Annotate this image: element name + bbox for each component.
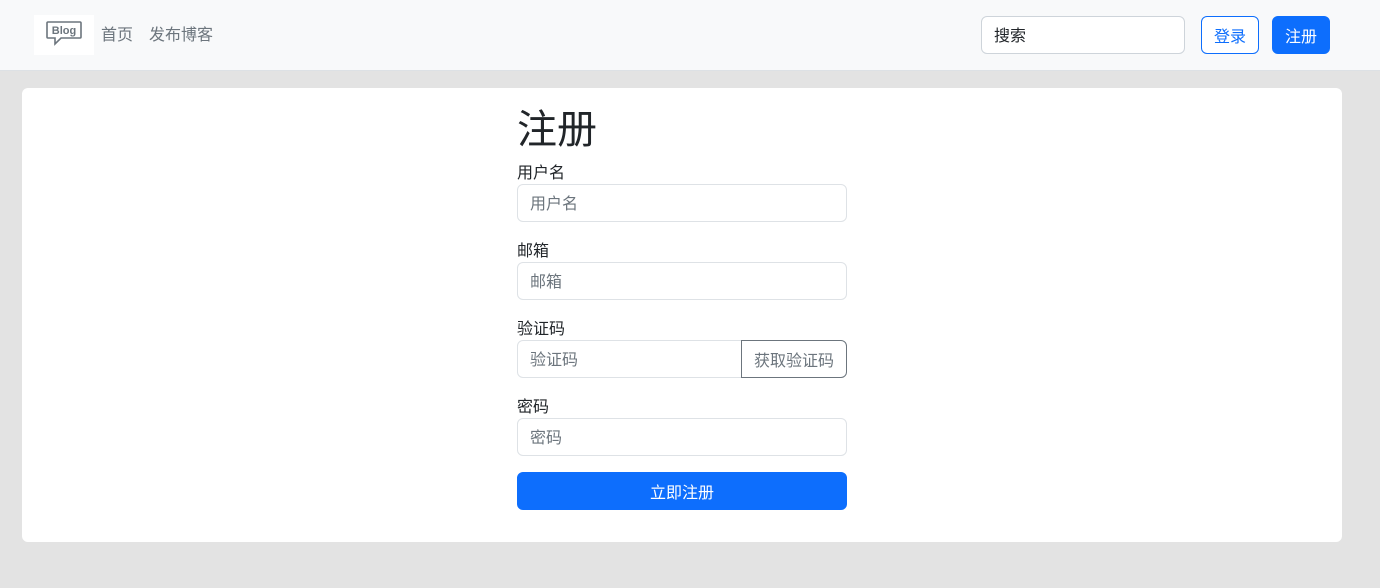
password-field[interactable] <box>517 418 847 456</box>
blog-logo-icon: Blog <box>46 21 82 46</box>
register-card: 注册 用户名 邮箱 验证码 获取验证码 密码 立即注册 <box>22 88 1342 542</box>
get-verification-code-button[interactable]: 获取验证码 <box>741 340 847 378</box>
svg-text:Blog: Blog <box>52 25 76 37</box>
email-field[interactable] <box>517 262 847 300</box>
search-input[interactable] <box>981 16 1185 54</box>
password-label: 密码 <box>517 397 550 416</box>
register-nav-button[interactable]: 注册 <box>1272 16 1330 54</box>
username-label: 用户名 <box>517 163 566 182</box>
verification-code-label: 验证码 <box>517 319 566 338</box>
email-label: 邮箱 <box>517 241 550 260</box>
login-button[interactable]: 登录 <box>1201 16 1259 54</box>
blog-logo[interactable]: Blog <box>34 15 94 55</box>
page-title: 注册 <box>517 107 597 153</box>
register-submit-button[interactable]: 立即注册 <box>517 472 847 510</box>
nav-link-publish-blog[interactable]: 发布博客 <box>149 24 213 46</box>
nav-link-home[interactable]: 首页 <box>101 24 133 46</box>
top-navbar: Blog 首页 发布博客 登录 注册 <box>0 0 1380 71</box>
username-field[interactable] <box>517 184 847 222</box>
verification-code-field[interactable] <box>517 340 742 378</box>
